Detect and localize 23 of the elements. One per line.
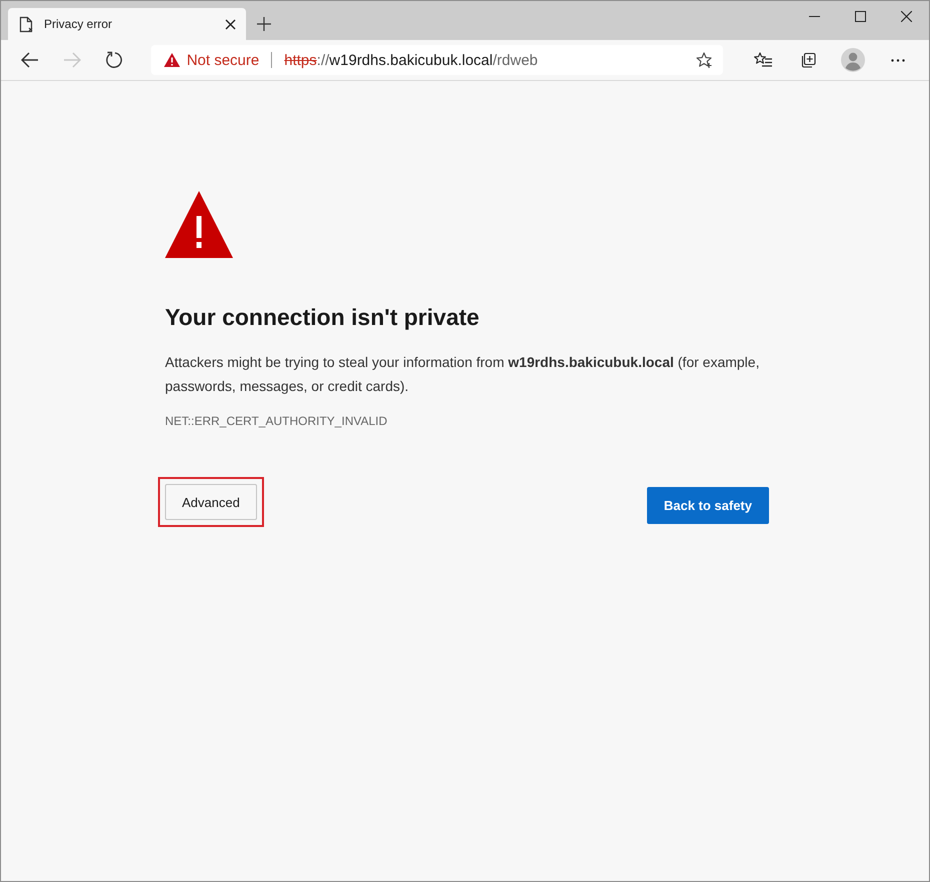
error-code: NET::ERR_CERT_AUTHORITY_INVALID [165, 413, 388, 429]
more-menu-icon[interactable] [891, 58, 906, 62]
back-arrow-icon[interactable] [20, 52, 39, 68]
not-secure-label[interactable]: Not secure [186, 52, 260, 68]
warning-triangle-icon [165, 191, 233, 258]
close-window-icon[interactable] [900, 10, 912, 22]
new-tab-icon[interactable] [257, 16, 271, 30]
error-heading: Your connection isn't private [165, 303, 480, 332]
advanced-button[interactable]: Advanced [165, 484, 257, 520]
warning-icon [164, 53, 180, 67]
browser-tab[interactable]: Privacy error [8, 8, 246, 40]
collections-icon[interactable] [800, 52, 816, 68]
maximize-icon[interactable] [854, 10, 866, 22]
tab-title: Privacy error [44, 17, 114, 31]
refresh-icon[interactable] [105, 51, 124, 69]
back-to-safety-button[interactable]: Back to safety [646, 487, 769, 524]
url-text: https://w19rdhs.bakicubuk.local/rdweb [284, 52, 538, 68]
document-icon [19, 16, 34, 32]
favorites-icon[interactable] [754, 52, 772, 68]
add-favorite-star-icon[interactable] [696, 52, 713, 68]
profile-avatar-icon[interactable] [841, 48, 866, 72]
error-message: Attackers might be trying to steal your information from w19rdhs.bakicubuk.local (for example, passwords, messages, or credit cards). [165, 353, 760, 396]
address-bar[interactable]: Not secure https://w19rdhs.bakicubuk.local/rdweb [150, 45, 723, 75]
